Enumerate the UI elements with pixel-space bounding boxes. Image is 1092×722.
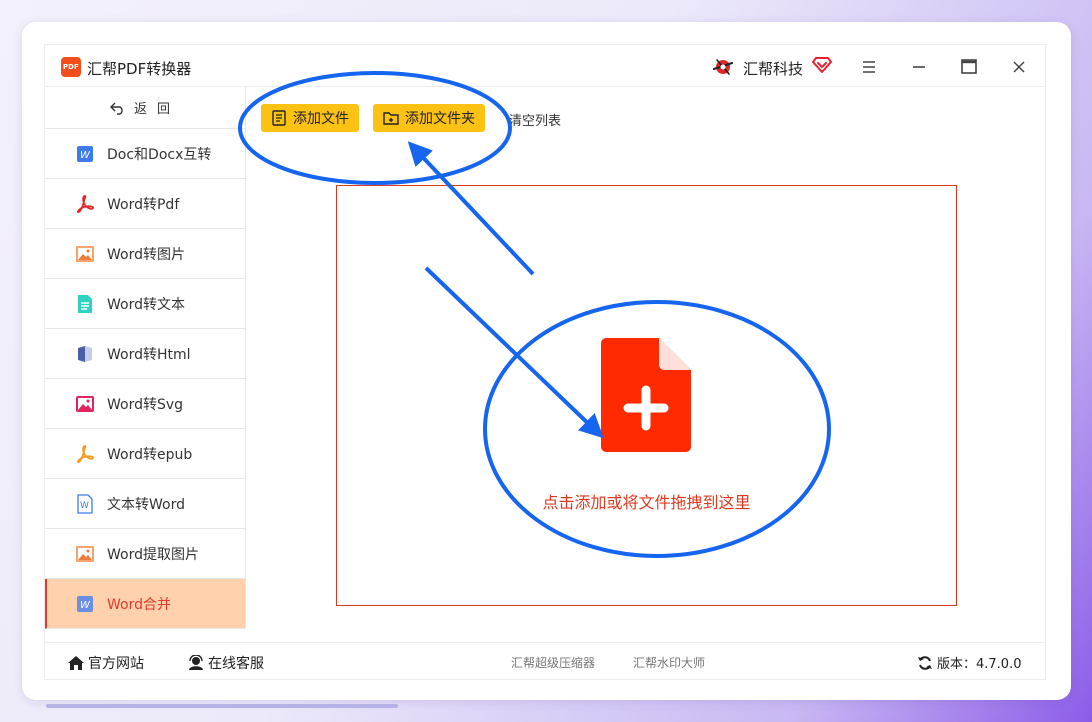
official-site-link[interactable]: 官方网站 <box>67 653 144 673</box>
svg-text:W: W <box>80 501 89 511</box>
sidebar-item-label: Word合并 <box>107 596 171 613</box>
sidebar-item-label: Word转epub <box>107 446 193 463</box>
word-icon: W <box>75 594 95 614</box>
sidebar-item-doc-docx[interactable]: W Doc和Docx互转 <box>45 129 245 179</box>
online-service-link[interactable]: 在线客服 <box>187 653 264 673</box>
version-info[interactable]: 版本：4.7.0.0 <box>917 653 1021 672</box>
file-drop-zone[interactable]: 点击添加或将文件拖拽到这里 <box>336 185 957 606</box>
sidebar-item-word-to-html[interactable]: Word转Html <box>45 329 245 379</box>
app-title: 汇帮PDF转换器 <box>87 60 192 78</box>
sidebar-item-word-to-image[interactable]: Word转图片 <box>45 229 245 279</box>
add-folder-icon <box>383 112 399 125</box>
sidebar-item-word-to-text[interactable]: Word转文本 <box>45 279 245 329</box>
watermark-link[interactable]: 汇帮水印大师 <box>633 654 705 671</box>
back-label: 返回 <box>133 102 180 117</box>
add-file-button[interactable]: 添加文件 <box>261 104 359 132</box>
version-label: 版本：4.7.0.0 <box>937 657 1022 672</box>
image-icon <box>75 544 95 564</box>
online-service-label: 在线客服 <box>208 656 264 672</box>
back-button[interactable]: 返回 <box>45 87 245 129</box>
sidebar-item-label: Doc和Docx互转 <box>107 146 212 163</box>
app-window: PDF 汇帮PDF转换器 汇帮科技 返回 W Doc和Docx互转 Word转P… <box>44 44 1046 680</box>
sidebar-item-label: Word提取图片 <box>107 546 199 563</box>
title-bar: PDF 汇帮PDF转换器 汇帮科技 <box>45 45 1045 87</box>
sidebar-item-word-to-svg[interactable]: Word转Svg <box>45 379 245 429</box>
vip-diamond-icon[interactable] <box>812 56 832 74</box>
svg-text:W: W <box>80 600 91 611</box>
menu-icon[interactable] <box>855 54 883 80</box>
headset-icon <box>189 655 203 670</box>
sidebar-item-label: Word转图片 <box>107 246 185 263</box>
add-document-icon <box>601 338 691 452</box>
add-file-label: 添加文件 <box>293 111 349 127</box>
back-arrow-icon <box>109 102 123 115</box>
epub-icon <box>75 444 95 464</box>
sidebar-item-word-to-pdf[interactable]: Word转Pdf <box>45 179 245 229</box>
maximize-icon[interactable] <box>955 54 983 80</box>
sidebar-item-text-to-word[interactable]: W 文本转Word <box>45 479 245 529</box>
sidebar-item-label: Word转Html <box>107 346 191 363</box>
sidebar: 返回 W Doc和Docx互转 Word转Pdf Word转图片 Word转文本 <box>45 87 246 629</box>
add-folder-button[interactable]: 添加文件夹 <box>373 104 485 132</box>
clear-list-button[interactable]: 清空列表 <box>509 110 561 129</box>
footer-bar: 官方网站 在线客服 汇帮超级压缩器 汇帮水印大师 版本：4.7.0.0 <box>45 642 1045 680</box>
image-icon <box>75 244 95 264</box>
word-icon: W <box>75 144 95 164</box>
minimize-icon[interactable] <box>905 54 933 80</box>
svg-image-icon <box>75 394 95 414</box>
brand-logo-icon <box>712 59 734 75</box>
add-folder-label: 添加文件夹 <box>405 111 475 127</box>
sidebar-item-extract-images[interactable]: Word提取图片 <box>45 529 245 579</box>
compressor-link[interactable]: 汇帮超级压缩器 <box>511 654 595 671</box>
svg-text:W: W <box>80 150 91 161</box>
drop-hint-text: 点击添加或将文件拖拽到这里 <box>542 493 751 512</box>
pdf-icon <box>75 194 95 214</box>
sidebar-item-label: Word转Svg <box>107 396 184 413</box>
sidebar-item-word-to-epub[interactable]: Word转epub <box>45 429 245 479</box>
horizontal-scrollbar[interactable] <box>46 704 398 708</box>
sidebar-item-label: 文本转Word <box>107 496 185 513</box>
sidebar-item-word-merge[interactable]: W Word合并 <box>45 579 245 629</box>
refresh-icon <box>918 655 932 670</box>
app-logo-icon: PDF <box>61 57 81 77</box>
sidebar-item-label: Word转Pdf <box>107 196 180 213</box>
add-file-icon <box>272 110 286 126</box>
sidebar-item-label: Word转文本 <box>107 296 185 313</box>
official-site-label: 官方网站 <box>88 656 144 672</box>
close-icon[interactable] <box>1005 54 1033 80</box>
book-icon <box>75 344 95 364</box>
brand-name: 汇帮科技 <box>743 60 804 78</box>
home-icon <box>68 656 84 670</box>
text-doc-icon <box>75 294 95 314</box>
word-outline-icon: W <box>75 493 95 514</box>
